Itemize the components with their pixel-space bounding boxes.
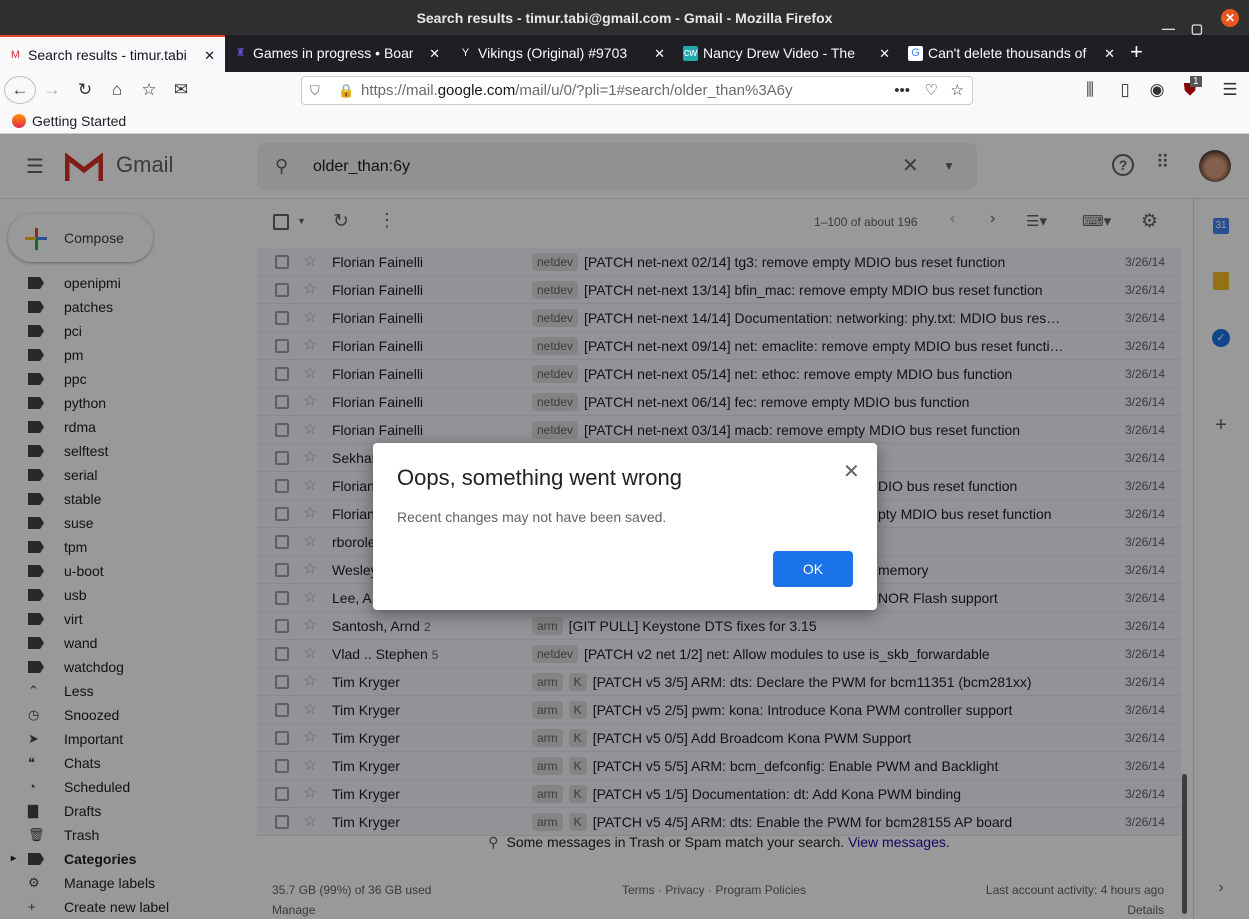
forward-button[interactable]: → [42, 80, 62, 100]
tab-0[interactable]: M Search results - timur.tabi@gmail.com ✕ [0, 35, 225, 72]
tab-label: Search results - timur.tabi@gmail.com [28, 47, 188, 63]
dialog-message: Recent changes may not have been saved. [397, 509, 667, 525]
tab-label: Can't delete thousands of [928, 45, 1087, 61]
lock-icon[interactable]: 🔒 [338, 77, 354, 104]
dialog-title: Oops, something went wrong [397, 465, 682, 490]
window-titlebar: Search results - timur.tabi@gmail.com - … [0, 0, 1249, 36]
tab-2[interactable]: Y Vikings (Original) #9703 ✕ [450, 35, 675, 72]
bookmarks-toolbar: Getting Started [0, 108, 1249, 134]
tab-3[interactable]: cw Nancy Drew Video - The ✕ [675, 35, 900, 72]
tab-close-icon[interactable]: ✕ [879, 35, 890, 72]
tab-1[interactable]: ♜ Games in progress • Board ✕ [225, 35, 450, 72]
url-path: /mail/u/0/?pli=1#search/older_than%3A6y [515, 82, 793, 99]
pocket-icon[interactable]: ♡ [925, 77, 938, 104]
tab-bar: MSearch results - timur.tabi@gmail.com✕♜… [0, 35, 1249, 72]
cw-icon: cw [683, 46, 698, 61]
close-icon[interactable]: ✕ [843, 459, 860, 484]
tab-close-icon[interactable]: ✕ [204, 37, 215, 72]
sidebar-icon[interactable]: ▯ [1115, 80, 1135, 100]
shield-icon[interactable]: ⛉ [310, 77, 320, 104]
tab-close-icon[interactable]: ✕ [1104, 35, 1115, 72]
page-actions-icon[interactable]: ••• [894, 77, 910, 104]
account-icon[interactable]: ◉ [1147, 80, 1167, 100]
tab-close-icon[interactable]: ✕ [654, 35, 665, 72]
ok-button[interactable]: OK [773, 551, 853, 587]
firefox-icon [12, 114, 26, 128]
google-icon: G [908, 46, 923, 61]
url-bar[interactable]: ⛉ 🔒 https://mail.google.com/mail/u/0/?pl… [301, 76, 973, 105]
bookmark-star-icon[interactable]: ☆ [139, 80, 159, 100]
menu-icon[interactable]: ☰ [1220, 80, 1240, 100]
extension-badge: 1 [1190, 76, 1202, 87]
tab-4[interactable]: G Can't delete thousands of ✕ [900, 35, 1125, 72]
tab-label: Vikings (Original) #9703 [478, 45, 628, 61]
url-domain: google.com [437, 82, 516, 99]
tab-label: Games in progress • Board [253, 45, 413, 61]
error-dialog: Oops, something went wrong Recent change… [373, 443, 877, 610]
mail-icon[interactable]: ✉ [171, 80, 191, 100]
url-prefix: https://mail. [361, 82, 438, 99]
bookmark-getting-started[interactable]: Getting Started [32, 113, 126, 129]
gmail-icon: M [8, 48, 23, 63]
back-button[interactable]: ← [4, 76, 36, 104]
bookmark-star-icon[interactable]: ☆ [951, 77, 964, 104]
window-title: Search results - timur.tabi@gmail.com - … [416, 10, 833, 26]
home-button[interactable]: ⌂ [107, 80, 127, 100]
tab-close-icon[interactable]: ✕ [429, 35, 440, 72]
reload-button[interactable]: ↻ [75, 80, 95, 100]
new-tab-button[interactable]: + [1130, 39, 1143, 65]
boardgame-icon: ♜ [235, 47, 246, 59]
close-window-button[interactable]: ✕ [1221, 9, 1239, 27]
library-icon[interactable]: ⫼ [1080, 80, 1100, 100]
vikings-icon: Y [461, 47, 470, 59]
tab-label: Nancy Drew Video - The [703, 45, 855, 61]
